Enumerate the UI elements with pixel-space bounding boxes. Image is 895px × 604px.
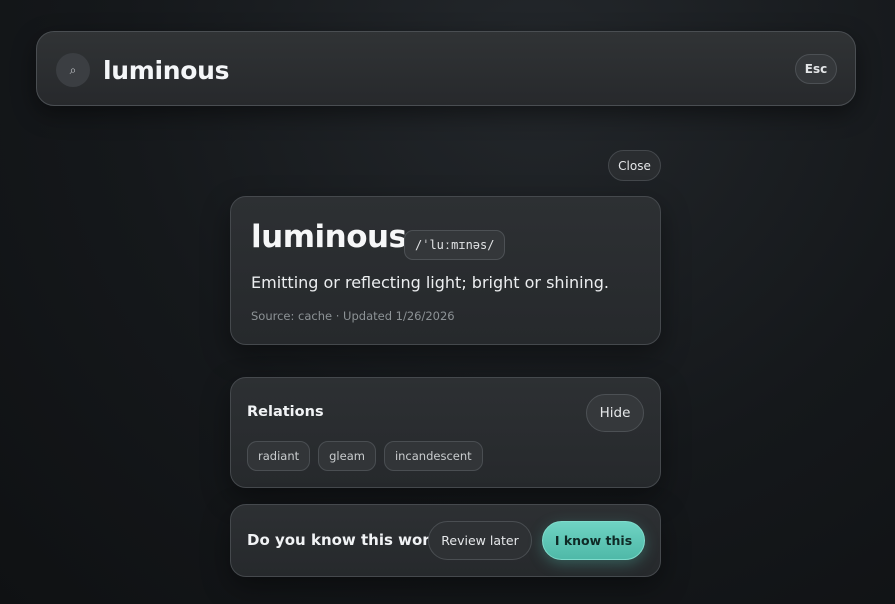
phonetic-badge: /ˈluːmɪnəs/ — [404, 230, 506, 260]
close-button[interactable]: Close — [608, 150, 661, 181]
relation-chip[interactable]: incandescent — [383, 441, 483, 471]
search-input[interactable] — [103, 50, 763, 90]
relations-title: Relations — [247, 404, 324, 420]
esc-button[interactable]: Esc — [795, 54, 837, 84]
word-title: luminous — [251, 219, 407, 255]
relation-chip[interactable]: radiant — [247, 441, 311, 471]
search-bar: ⌕ Esc — [36, 31, 856, 106]
i-know-this-button[interactable]: I know this — [542, 521, 645, 560]
review-later-button[interactable]: Review later — [428, 521, 532, 560]
know-word-card: Do you know this word? Review later I kn… — [230, 504, 661, 577]
definition-text: Emitting or reflecting light; bright or … — [251, 273, 609, 292]
know-question: Do you know this word? — [247, 531, 450, 549]
relations-card: Relations Hide radiant gleam incandescen… — [230, 377, 661, 488]
lookup-screen: ⌕ Esc Close luminous /ˈluːmɪnəs/ Emittin… — [0, 0, 895, 604]
relations-chips: radiant gleam incandescent — [247, 441, 483, 471]
word-card: luminous /ˈluːmɪnəs/ Emitting or reflect… — [230, 196, 661, 345]
source-info: Source: cache · Updated 1/26/2026 — [251, 309, 455, 323]
hide-relations-button[interactable]: Hide — [586, 394, 644, 432]
search-icon[interactable]: ⌕ — [56, 53, 90, 87]
relation-chip[interactable]: gleam — [318, 441, 376, 471]
